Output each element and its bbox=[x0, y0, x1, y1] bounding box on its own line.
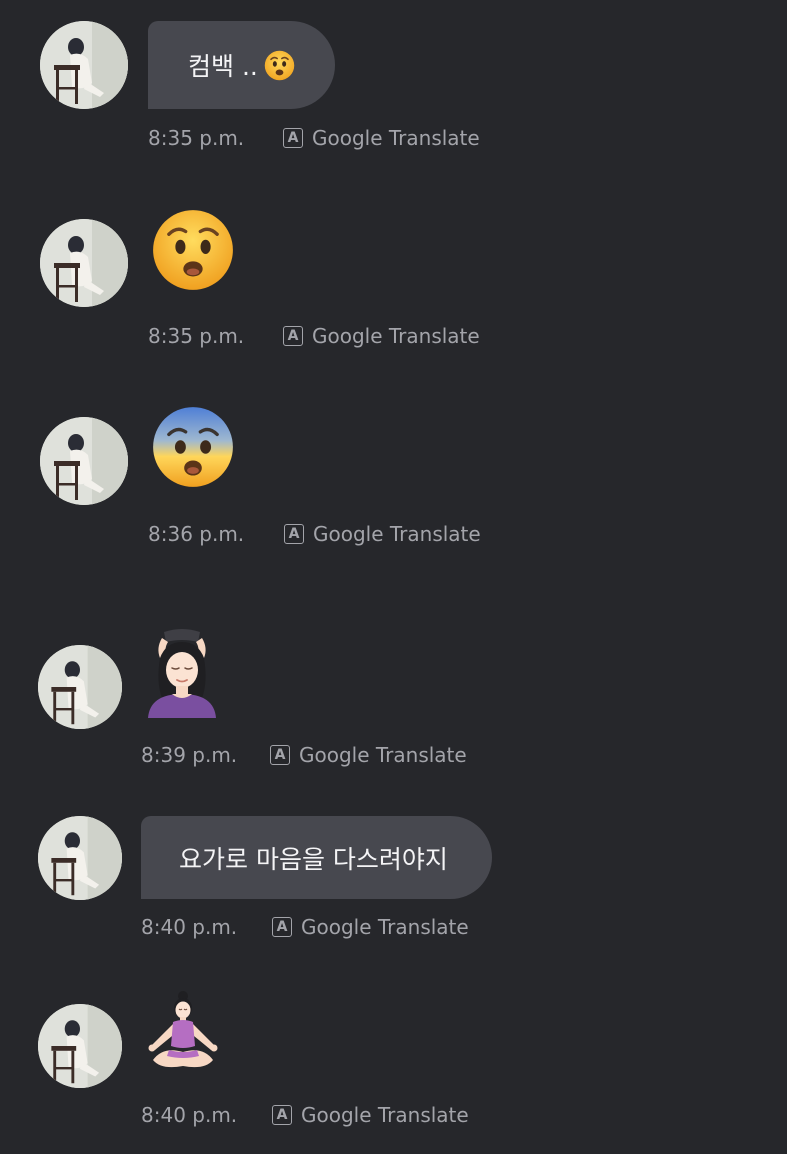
woman-getting-massage-icon[interactable] bbox=[142, 628, 222, 718]
message-bubble[interactable]: 요가로 마음을 다스려야지 bbox=[141, 816, 492, 899]
translate-label: Google Translate bbox=[301, 1103, 469, 1127]
avatar[interactable] bbox=[40, 219, 128, 307]
translate-label: Google Translate bbox=[312, 324, 480, 348]
google-translate-link[interactable]: A Google Translate bbox=[272, 1103, 469, 1127]
message-meta: 8:40 p.m. A Google Translate bbox=[141, 1103, 469, 1127]
google-translate-link[interactable]: A Google Translate bbox=[283, 126, 480, 150]
message-meta: 8:35 p.m. A Google Translate bbox=[148, 324, 480, 348]
google-translate-link[interactable]: A Google Translate bbox=[272, 915, 469, 939]
google-translate-link[interactable]: A Google Translate bbox=[283, 324, 480, 348]
translate-label: Google Translate bbox=[313, 522, 481, 546]
message-text: 컴백 .. bbox=[188, 52, 258, 81]
message-timestamp: 8:36 p.m. bbox=[148, 522, 245, 546]
message-meta: 8:36 p.m. A Google Translate bbox=[148, 522, 481, 546]
message-meta: 8:35 p.m. A Google Translate bbox=[148, 126, 480, 150]
google-translate-link[interactable]: A Google Translate bbox=[284, 522, 481, 546]
avatar[interactable] bbox=[40, 417, 128, 505]
translate-icon: A bbox=[284, 524, 304, 544]
fearful-face-icon[interactable] bbox=[151, 405, 235, 489]
avatar[interactable] bbox=[38, 816, 122, 900]
translate-icon: A bbox=[283, 128, 303, 148]
message-timestamp: 8:35 p.m. bbox=[148, 126, 245, 150]
avatar[interactable] bbox=[38, 1004, 122, 1088]
translate-label: Google Translate bbox=[312, 126, 480, 150]
translate-icon: A bbox=[283, 326, 303, 346]
translate-icon: A bbox=[272, 1105, 292, 1125]
avatar[interactable] bbox=[40, 21, 128, 109]
anxious-face-icon[interactable] bbox=[151, 208, 235, 292]
woman-in-lotus-position-icon[interactable] bbox=[143, 990, 223, 1074]
translate-label: Google Translate bbox=[299, 743, 467, 767]
message-bubble[interactable]: 컴백 .. bbox=[148, 21, 335, 109]
google-translate-link[interactable]: A Google Translate bbox=[270, 743, 467, 767]
message-timestamp: 8:40 p.m. bbox=[141, 1103, 238, 1127]
message-timestamp: 8:39 p.m. bbox=[141, 743, 238, 767]
translate-icon: A bbox=[272, 917, 292, 937]
avatar[interactable] bbox=[38, 645, 122, 729]
message-timestamp: 8:35 p.m. bbox=[148, 324, 245, 348]
translate-icon: A bbox=[270, 745, 290, 765]
translate-label: Google Translate bbox=[301, 915, 469, 939]
message-meta: 8:40 p.m. A Google Translate bbox=[141, 915, 469, 939]
message-timestamp: 8:40 p.m. bbox=[141, 915, 238, 939]
message-meta: 8:39 p.m. A Google Translate bbox=[141, 743, 467, 767]
message-text: 요가로 마음을 다스려야지 bbox=[179, 844, 448, 874]
anxious-face-icon bbox=[264, 50, 295, 81]
